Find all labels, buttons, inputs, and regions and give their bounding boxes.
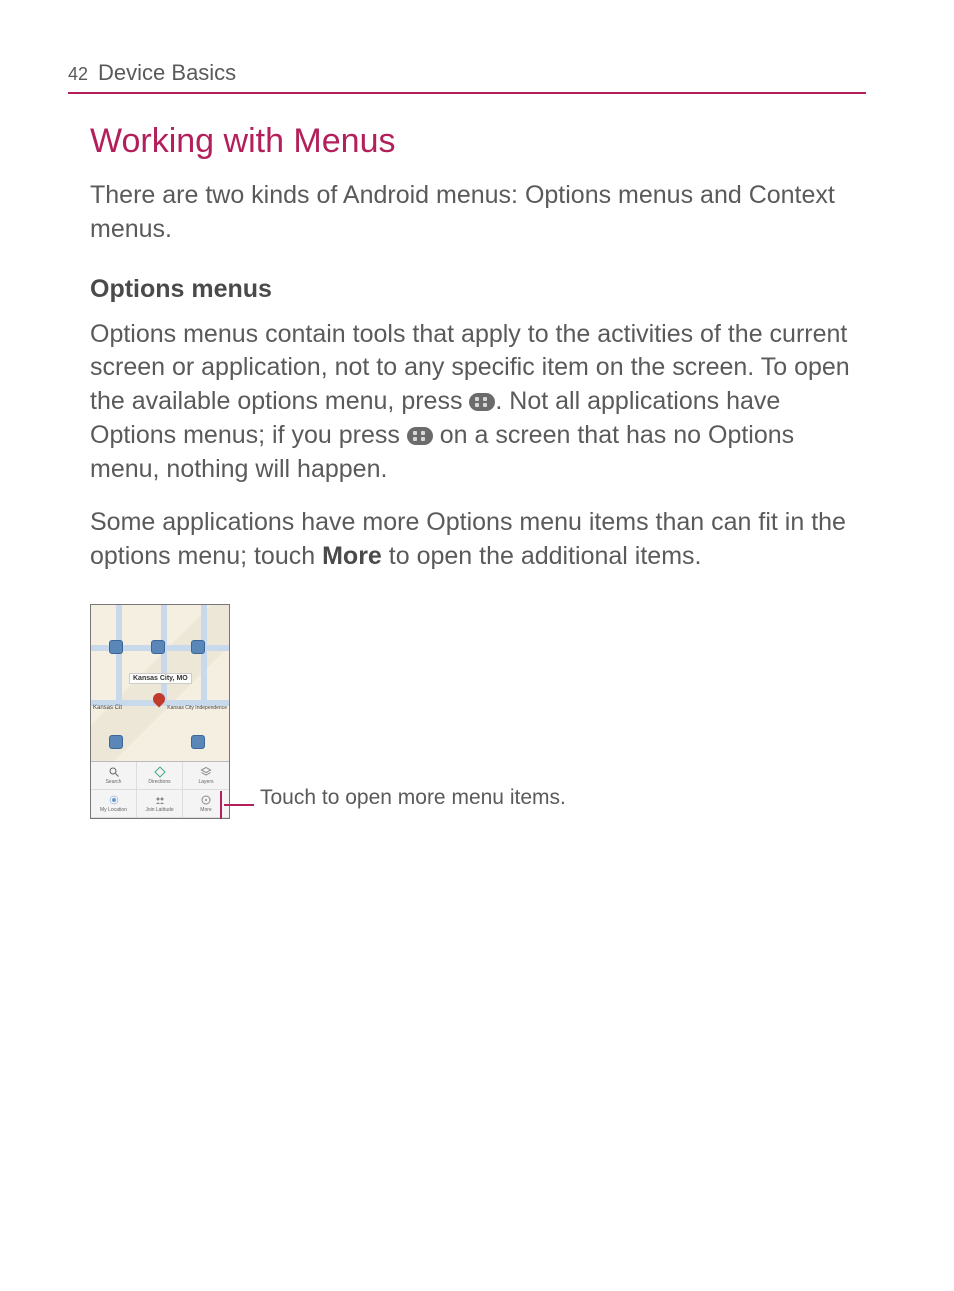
highway-shield-icon [191,640,205,654]
highway-shield-icon [191,735,205,749]
menu-key-icon [407,427,433,445]
menu-label: Directions [148,779,170,785]
more-label: More [322,542,382,570]
menu-label: Layers [198,779,213,785]
menu-label: Search [106,779,122,785]
location-icon [108,794,120,806]
options-menu-bar: Search Directions Layers My Location [91,761,229,818]
more-icon [200,794,212,806]
manual-page: 42 Device Basics Working with Menus Ther… [0,0,954,859]
text-fragment: to open the additional items. [382,542,702,570]
intro-paragraph: There are two kinds of Android menus: Op… [90,179,866,247]
map-area: Kansas City, MO Kansas Cit Kansas City I… [91,605,229,763]
options-menus-heading: Options menus [90,275,866,304]
menu-label: My Location [100,807,127,813]
directions-icon [154,766,166,778]
side-label: Kansas Cit [93,705,122,711]
layers-icon [200,766,212,778]
road-line [201,605,207,706]
side-label: Kansas City Independence [167,705,227,711]
highway-shield-icon [109,735,123,749]
maps-screenshot: Kansas City, MO Kansas Cit Kansas City I… [90,604,230,819]
menu-item-layers[interactable]: Layers [183,762,229,790]
highway-shield-icon [151,640,165,654]
menu-item-mylocation[interactable]: My Location [91,790,137,818]
menu-item-latitude[interactable]: Join Latitude [137,790,183,818]
road-line [116,605,122,706]
search-icon [108,766,120,778]
options-paragraph-1: Options menus contain tools that apply t… [90,318,866,487]
callout-line [224,804,254,806]
page-title: Working with Menus [90,122,866,161]
page-content: Working with Menus There are two kinds o… [68,122,866,819]
figure-row: Kansas City, MO Kansas Cit Kansas City I… [90,604,866,819]
running-header: 42 Device Basics [68,60,866,94]
menu-key-icon [469,393,495,411]
city-label: Kansas City, MO [129,673,192,684]
options-paragraph-2: Some applications have more Options menu… [90,506,866,574]
menu-label: Join Latitude [145,807,173,813]
menu-item-more[interactable]: More [183,790,229,818]
menu-label: More [200,807,211,813]
callout-text: Touch to open more menu items. [260,786,566,810]
section-name: Device Basics [98,60,236,86]
menu-item-search[interactable]: Search [91,762,137,790]
page-number: 42 [68,64,88,85]
menu-item-directions[interactable]: Directions [137,762,183,790]
highway-shield-icon [109,640,123,654]
latitude-icon [154,794,166,806]
road-line [161,605,167,706]
